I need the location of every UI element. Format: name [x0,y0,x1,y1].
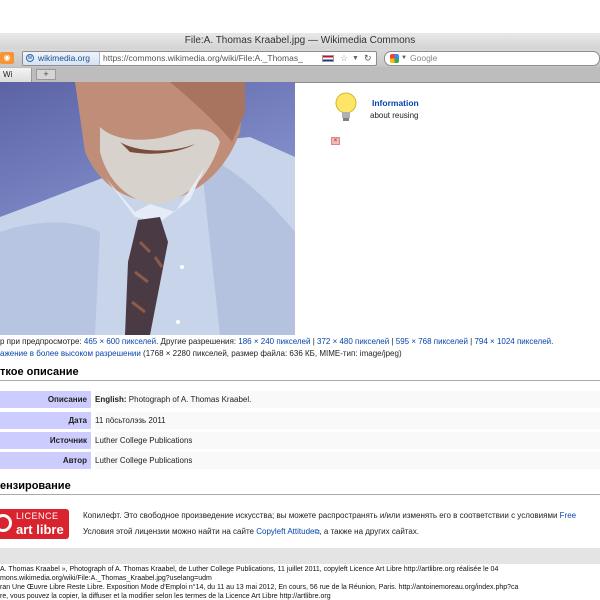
resolution-link-372[interactable]: 372 × 480 пикселей [317,337,389,346]
summary-label: Источник [0,432,91,449]
search-input[interactable]: Google [410,52,437,65]
shirt-button [176,320,180,324]
license-text-line1: Копилефт. Это свободное произведение иск… [83,511,576,520]
summary-value: 11 пöсьтолэзь 2011 [95,412,600,429]
browser-toolbar: ◉ w wikimedia.org https://commons.wikime… [0,49,600,68]
resolution-link-186[interactable]: 186 × 240 пикселей [238,337,310,346]
summary-row-source: Источник Luther College Publications [0,432,600,451]
resolution-link-794[interactable]: 794 × 1024 пикселей [474,337,551,346]
free-link[interactable]: Free [560,511,576,520]
preview-size-link[interactable]: 465 × 600 пикселей [84,337,156,346]
caption-line: re, vous pouvez la copier, la diffuser e… [0,593,331,600]
resolution-link-595[interactable]: 595 × 768 пикселей [396,337,468,346]
summary-row-author: Автор Luther College Publications [0,452,600,471]
address-bar[interactable]: w wikimedia.org https://commons.wikimedi… [22,51,377,66]
window-title: File:A. Thomas Kraabel.jpg — Wikimedia C… [184,35,416,46]
summary-label: Дата [0,412,91,429]
shirt-button [180,265,184,269]
logo-text-bottom: art libre [16,522,64,537]
summary-row-description: Описание English: Photograph of A. Thoma… [0,391,600,410]
caption-separator-band [0,548,600,564]
summary-label: Автор [0,452,91,469]
summary-label: Описание [0,391,91,408]
window-title-bar: File:A. Thomas Kraabel.jpg — Wikimedia C… [0,33,600,50]
broken-image-icon: × [331,137,340,145]
summary-row-date: Дата 11 пöсьтолэзь 2011 [0,412,600,431]
tab-label: Wi [3,70,13,79]
license-terms-suffix: , а также на других сайтах. [319,527,420,536]
portrait-drawing [0,82,295,335]
tab-wikimedia[interactable]: Wi [0,68,32,82]
value-language: English: [95,395,127,404]
screen-top-margin [0,0,600,33]
bookmark-star-icon[interactable]: ☆ [340,52,348,65]
licence-art-libre-logo[interactable]: LICENCE art libre [0,509,69,539]
copyleft-circle-icon [0,514,12,532]
wikimedia-favicon-icon: w [26,54,34,62]
shirt-shadow-left [0,222,100,335]
caption-line: mons.wikimedia.org/wiki/File:A._Thomas_K… [0,575,212,582]
site-identity-button[interactable]: w wikimedia.org [23,52,100,65]
url-text[interactable]: https://commons.wikimedia.org/wiki/File:… [103,52,303,65]
high-resolution-link[interactable]: ажение в более высоком разрешении [0,349,141,358]
summary-value: Luther College Publications [95,432,600,449]
language-flag-icon[interactable] [322,55,334,62]
other-resolutions-prefix: . Другие разрешения: [156,337,239,346]
summary-heading: ткое описание [0,366,600,381]
caption-line: ran Une Œuvre Libre Reste Libre. Exposit… [0,584,519,591]
caption-line: A. Thomas Kraabel », Photograph of A. Th… [0,566,499,573]
license-terms-prefix: Условия этой лицензии можно найти на сай… [83,527,257,536]
summary-value: English: Photograph of A. Thomas Kraabel… [95,391,600,408]
search-bar[interactable]: ▼ Google [384,51,600,66]
high-resolution-line: ажение в более высоком разрешении (1768 … [0,349,402,358]
reload-icon[interactable]: ↻ [364,52,372,65]
tab-bar: Wi + [0,67,600,83]
rss-feed-icon[interactable]: ◉ [0,52,14,64]
license-description: Копилефт. Это свободное произведение иск… [83,511,560,520]
google-icon[interactable] [390,54,399,63]
file-photo[interactable] [0,82,295,335]
value-text: Photograph of A. Thomas Kraabel. [126,395,252,404]
history-dropdown-icon[interactable]: ▼ [352,52,359,65]
preview-resolution-line: р при предпросмотре: 465 × 600 пикселей.… [0,337,553,346]
license-text-line2: Условия этой лицензии можно найти на сай… [83,527,419,537]
resolution-end: . [551,337,554,346]
preview-prefix: р при предпросмотре: [0,337,84,346]
logo-text-top: LICENCE [16,511,59,521]
copyleft-attitude-link[interactable]: Copyleft Attitude [256,527,314,536]
high-resolution-details: (1768 × 2280 пикселей, размер файла: 636… [140,349,402,358]
search-engine-dropdown-icon[interactable]: ▼ [401,52,407,65]
information-link[interactable]: Information [372,98,419,108]
site-name: wikimedia.org [38,53,90,63]
summary-value: Luther College Publications [95,452,600,469]
new-tab-button[interactable]: + [36,69,56,80]
lightbulb-icon [335,92,357,121]
information-subtitle: about reusing [370,111,419,120]
license-heading: ензирование [0,480,600,495]
